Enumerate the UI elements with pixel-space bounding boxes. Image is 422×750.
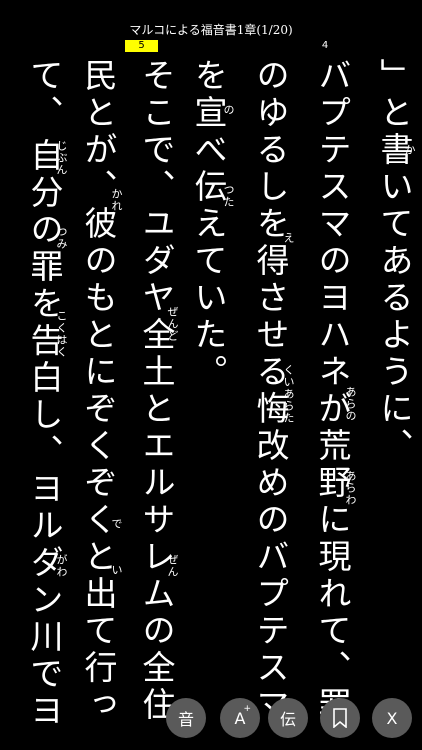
ruby-e: え <box>282 232 295 244</box>
close-label: X <box>386 708 398 728</box>
bookmark-icon <box>333 708 347 728</box>
ruby-kokuhaku: こくはく <box>55 310 68 358</box>
tradition-label: 伝 <box>279 710 296 729</box>
font-plus-icon: + <box>243 704 251 714</box>
audio-label: 音 <box>177 710 194 729</box>
current-page-number: 5 <box>138 40 145 51</box>
ruby-zen: ぜん <box>166 554 179 578</box>
page-progress-bar[interactable]: 5 <box>125 40 345 52</box>
ruby-tsuta: つた <box>222 184 235 208</box>
ruby-de: で <box>110 518 123 530</box>
text-column-7: て、 <box>25 58 64 132</box>
ruby-kaki: か <box>403 144 416 156</box>
text-column-6: 民とが、彼のもとにぞくぞくと出て行っ <box>79 58 118 724</box>
next-page-number: 4 <box>321 40 329 51</box>
ruby-kare: かれ <box>110 188 123 212</box>
ruby-no: の <box>222 104 235 116</box>
bookmark-button[interactable] <box>320 698 360 738</box>
audio-button[interactable]: 音 <box>166 698 206 738</box>
chapter-title: マルコによる福音書1章(1/20) <box>129 23 293 37</box>
font-size-button[interactable]: A + <box>220 698 260 738</box>
ruby-zendo: ぜんど <box>166 306 179 342</box>
text-column-5: そこで、ユダヤ全土とエルサレムの全住 <box>137 58 176 724</box>
ruby-kuiaratame: くいあらた <box>282 364 295 424</box>
ruby-jibun: じぶん <box>55 140 68 176</box>
ruby-arano: あらの <box>344 386 357 422</box>
vertical-text-area[interactable]: 」と書いてあるように、 バプテスマのヨハネが荒野に現れて、罪 のゆるしを得させる… <box>0 58 422 730</box>
tradition-button[interactable]: 伝 <box>268 698 308 738</box>
close-button[interactable]: X <box>372 698 412 738</box>
ruby-araware: あらわ <box>344 470 357 506</box>
reader-header: マルコによる福音書1章(1/20) 5 4 <box>0 0 422 56</box>
ruby-gawa: がわ <box>55 554 68 578</box>
bottom-toolbar: 音 A + 伝 X <box>0 690 422 750</box>
ruby-tsumi: つみ <box>55 226 68 250</box>
ruby-i: い <box>110 564 123 576</box>
text-column-1: 」と書いてあるように、 <box>375 58 414 465</box>
